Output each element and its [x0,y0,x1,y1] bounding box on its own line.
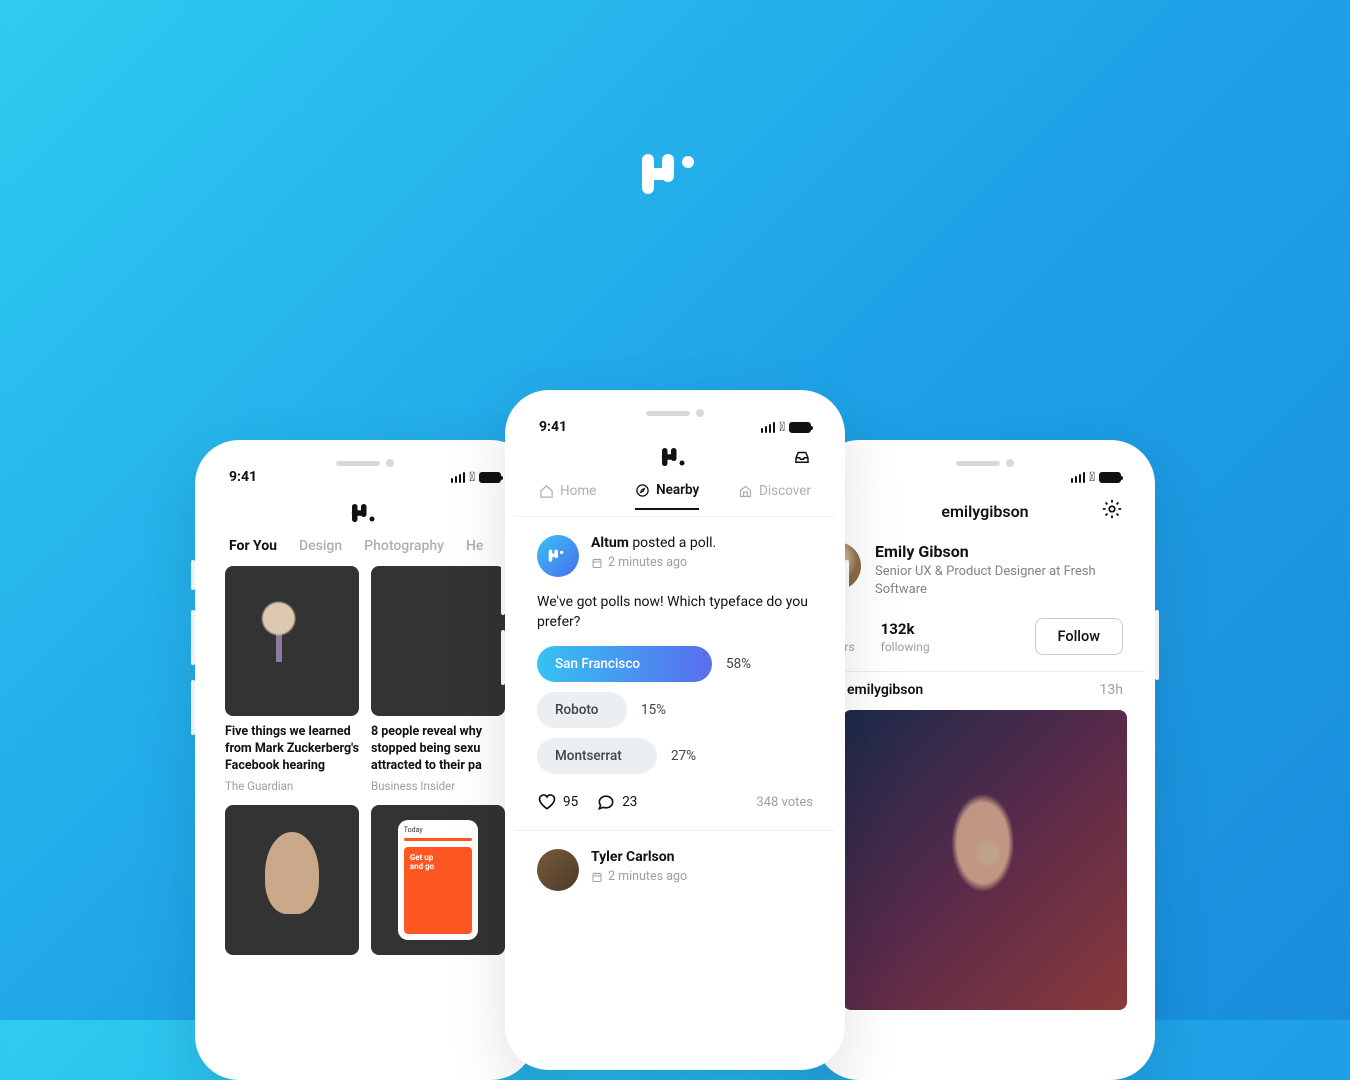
settings-button[interactable] [1101,498,1123,524]
app-logo-small [205,490,525,532]
post-image[interactable] [843,710,1127,1010]
poll-question: We've got polls now! Which typeface do y… [537,593,813,632]
card-image [371,566,505,716]
phone-nearby: 9:41 􀙇 Home Nearby [505,390,845,1070]
post-time: 13h [1100,682,1123,698]
feed-card[interactable] [225,805,359,955]
card-image: Today Get upand go [371,805,505,955]
inbox-icon[interactable] [791,448,813,470]
phone-feed: 9:41 􀙇 For You Design Photography He Fiv… [195,440,535,1080]
card-source: Business Insider [371,779,505,793]
promo-today: Today [404,826,472,834]
compass-icon [635,483,650,498]
card-title: Five things we learned from Mark Zuckerb… [225,724,359,775]
stat-following[interactable]: 132k following [881,620,930,654]
discover-icon [738,484,753,499]
app-logo-small [661,446,689,472]
tab-more[interactable]: He [466,538,483,554]
gear-icon [1101,498,1123,520]
signal-icon [451,472,466,483]
comment-icon [596,792,616,812]
nav-discover[interactable]: Discover [738,482,811,510]
post-author-line: Altum posted a poll. [591,535,716,551]
status-time: 9:41 [539,419,567,435]
status-time: 9:41 [229,469,257,485]
battery-icon [479,472,501,483]
poll-option[interactable]: Montserrat 27% [537,738,813,774]
tab-photography[interactable]: Photography [364,538,444,554]
battery-icon [789,422,811,433]
post-time: 2 minutes ago [591,555,716,570]
post-time: 2 minutes ago [591,869,687,884]
profile-username: emilygibson [941,502,1028,521]
post-author-line: Tyler Carlson [591,849,687,865]
signal-icon [761,422,776,433]
wifi-icon: 􀙇 [779,420,785,435]
tab-design[interactable]: Design [299,538,342,554]
category-tabs: For You Design Photography He [205,532,525,566]
avatar[interactable] [537,849,579,891]
post-author[interactable]: emilygibson [847,682,923,698]
signal-icon [1071,472,1086,483]
poll-option[interactable]: Roboto 15% [537,692,813,728]
comment-button[interactable]: 23 [596,792,637,812]
feed-post: Tyler Carlson 2 minutes ago [515,831,835,891]
vote-count: 348 votes [756,795,813,810]
tab-for-you[interactable]: For You [229,538,277,554]
card-image [225,566,359,716]
home-icon [539,484,554,499]
avatar[interactable] [537,535,579,577]
card-title: 8 people reveal why stopped being sexu a… [371,724,505,775]
card-source: The Guardian [225,779,359,793]
profile-name: Emily Gibson [875,542,1123,561]
nav-home[interactable]: Home [539,482,596,510]
app-logo-hero [640,150,710,204]
status-icons: 􀙇 [1071,470,1121,485]
nav-tabs: Home Nearby Discover [515,482,835,516]
like-button[interactable]: 95 [537,792,578,812]
feed-card[interactable]: Today Get upand go [371,805,505,955]
poll-option[interactable]: San Francisco 58% [537,646,813,682]
profile-role: Senior UX & Product Designer at Fresh So… [875,563,1123,598]
heart-icon [537,792,557,812]
status-icons: 􀙇 [451,470,501,485]
phone-profile: 􀙇 emilygibson Emily Gibson Senior UX & P… [815,440,1155,1080]
wifi-icon: 􀙇 [469,470,475,485]
feed-card[interactable]: Five things we learned from Mark Zuckerb… [225,566,359,793]
calendar-icon [591,871,603,883]
status-icons: 􀙇 [761,420,811,435]
calendar-icon [591,557,603,569]
nav-nearby[interactable]: Nearby [635,482,699,510]
wifi-icon: 􀙇 [1089,470,1095,485]
card-image [225,805,359,955]
feed-card[interactable]: 8 people reveal why stopped being sexu a… [371,566,505,793]
battery-icon [1099,472,1121,483]
poll-post: Altum posted a poll. 2 minutes ago We've… [515,517,835,830]
follow-button[interactable]: Follow [1035,618,1123,655]
